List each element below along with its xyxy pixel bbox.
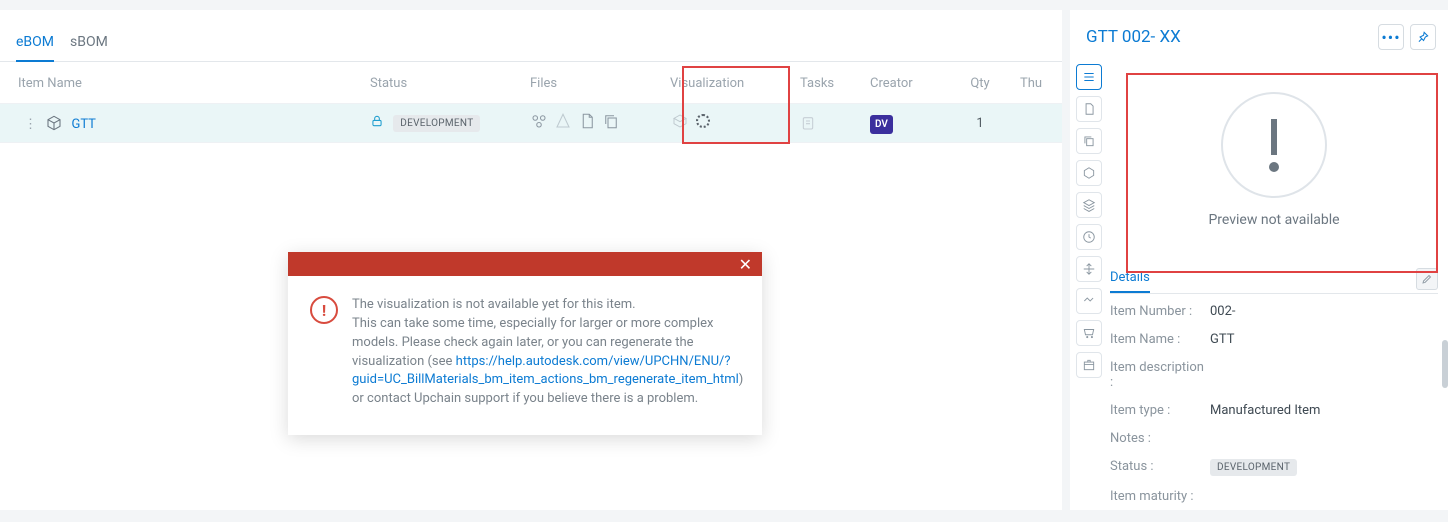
lock-icon [370,115,387,130]
pin-icon [1416,30,1430,44]
bom-table: Item Name Status Files Visualization Tas… [0,62,1062,143]
drag-handle-icon[interactable]: ⋮ [24,117,41,132]
copy-icon[interactable] [602,112,620,130]
col-qty[interactable]: Qty [950,62,1010,104]
side-tab-overview[interactable] [1076,64,1102,90]
k-item-name: Item Name : [1110,332,1210,347]
scrollbar[interactable] [1442,340,1448,510]
page-title: GTT 002- XX [1086,27,1181,47]
col-visualization[interactable]: Visualization [660,62,790,104]
side-tab-copy[interactable] [1076,128,1102,154]
table-row[interactable]: ⋮ GTT DEVELOPMENT [0,104,1062,143]
k-item-desc: Item description : [1110,360,1210,390]
edit-button[interactable] [1416,268,1438,290]
tab-ebom[interactable]: eBOM [16,26,54,62]
details-tab[interactable]: Details [1110,264,1150,293]
side-tab-layers[interactable] [1076,192,1102,218]
error-line1: The visualization is not available yet f… [352,297,636,312]
creator-avatar[interactable]: DV [870,115,893,134]
col-creator[interactable]: Creator [860,62,950,104]
exclamation-icon [1221,92,1327,198]
v-status: DEVELOPMENT [1210,459,1297,476]
error-dialog: ✕ ! The visualization is not available y… [288,252,762,435]
col-tasks[interactable]: Tasks [790,62,860,104]
document-icon[interactable] [578,112,596,130]
qty-value: 1 [950,104,1010,143]
k-item-number: Item Number : [1110,304,1210,319]
bom-tabs: eBOM sBOM [0,10,1062,62]
v-item-name: GTT [1210,332,1234,347]
preview-message: Preview not available [1208,212,1339,228]
status-badge: DEVELOPMENT [393,115,480,132]
k-status: Status : [1110,459,1210,476]
side-tab-package[interactable] [1076,352,1102,378]
dots-icon: ••• [1381,28,1400,47]
pencil-icon [1421,273,1433,285]
side-tab-cube[interactable] [1076,160,1102,186]
v-item-number: 002- [1210,304,1236,319]
drafting-icon[interactable] [554,112,572,130]
side-tab-cart[interactable] [1076,320,1102,346]
close-icon[interactable]: ✕ [739,255,752,274]
side-tab-rail [1070,60,1104,510]
tab-sbom[interactable]: sBOM [70,26,108,61]
k-item-type: Item type : [1110,403,1210,418]
col-thu[interactable]: Thu [1010,62,1062,104]
details-list: Item Number :002- Item Name :GTT Item de… [1110,304,1438,504]
k-maturity: Item maturity : [1110,489,1210,504]
item-name-link[interactable]: GTT [71,117,95,132]
alert-icon: ! [310,296,338,324]
side-tab-viz[interactable] [1076,288,1102,314]
side-tab-move[interactable] [1076,256,1102,282]
loading-spinner-icon [696,114,710,128]
assembly-icon[interactable] [530,112,548,130]
cube-icon [46,117,65,132]
more-actions-button[interactable]: ••• [1378,24,1404,50]
k-notes: Notes : [1110,431,1210,446]
col-status[interactable]: Status [360,62,520,104]
v-item-type: Manufactured Item [1210,403,1320,418]
col-files[interactable]: Files [520,62,660,104]
visualization-icon[interactable] [670,113,690,129]
side-tab-history[interactable] [1076,224,1102,250]
col-item-name[interactable]: Item Name [0,62,360,104]
pin-button[interactable] [1410,24,1436,50]
task-icon[interactable] [800,115,850,131]
preview-area: Preview not available [1110,62,1438,258]
side-tab-document[interactable] [1076,96,1102,122]
